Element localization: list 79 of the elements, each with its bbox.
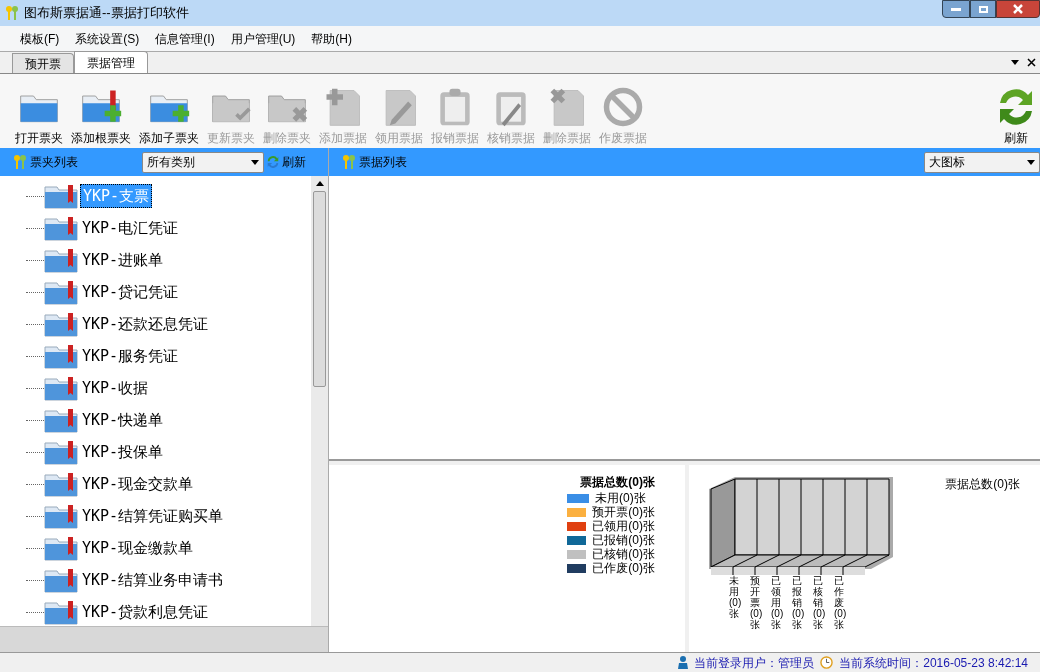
horizontal-scrollbar[interactable] — [0, 626, 328, 652]
folder-item[interactable]: YKP-结算业务申请书 — [80, 568, 226, 592]
menu-item[interactable]: 系统设置(S) — [67, 29, 148, 48]
folder-item[interactable]: YKP-贷款利息凭证 — [80, 600, 211, 624]
legend-label: 已报销(0)张 — [592, 534, 655, 546]
legend-title: 票据总数(0)张 — [580, 474, 655, 491]
legend-label: 已领用(0)张 — [592, 520, 655, 532]
refresh-button[interactable]: 刷新 — [996, 85, 1036, 144]
legend-label: 预开票(0)张 — [592, 506, 655, 518]
category-dropdown[interactable]: 所有类别 — [142, 151, 264, 173]
menu-item[interactable]: 模板(F) — [12, 29, 68, 48]
axis-label: 已报销(0)张 — [792, 575, 802, 630]
scrollbar[interactable] — [311, 176, 328, 626]
axis-label: 已领用(0)张 — [771, 575, 781, 630]
folder-item[interactable]: YKP-结算凭证购买单 — [80, 504, 226, 528]
folder-icon — [44, 567, 78, 593]
folder-icon — [44, 439, 78, 465]
folder-icon — [44, 311, 78, 337]
folder-item[interactable]: YKP-还款还息凭证 — [80, 312, 211, 336]
folder-icon — [44, 215, 78, 241]
folder-icon — [44, 407, 78, 433]
chart-title: 票据总数(0)张 — [945, 476, 1020, 493]
menu-item[interactable]: 帮助(H) — [303, 29, 360, 48]
toolbar-button[interactable]: 添加根票夹 — [68, 85, 134, 144]
folder-icon — [44, 183, 78, 209]
folder-icon — [44, 343, 78, 369]
folder-icon — [44, 599, 78, 625]
folder-item[interactable]: YKP-快递单 — [80, 408, 166, 432]
folder-icon — [44, 535, 78, 561]
folder-item[interactable]: YKP-进账单 — [80, 248, 166, 272]
prohibited-icon — [601, 85, 645, 129]
panel-title: 票据列表 — [359, 154, 407, 171]
folder-item[interactable]: YKP-贷记凭证 — [80, 280, 181, 304]
folder-icon — [44, 503, 78, 529]
caret-icon — [1027, 159, 1035, 165]
folder-icon — [44, 247, 78, 273]
window-title: 图布斯票据通--票据打印软件 — [24, 4, 189, 23]
toolbar-button[interactable]: 添加子票夹 — [136, 85, 202, 144]
maximize-button[interactable] — [970, 0, 996, 18]
panel-title: 票夹列表 — [30, 154, 78, 171]
legend-label: 已作废(0)张 — [592, 562, 655, 574]
refresh-link[interactable]: 刷新 — [282, 153, 306, 171]
legend-label: 已核销(0)张 — [592, 548, 655, 560]
folder-item[interactable]: YKP-现金缴款单 — [80, 536, 196, 560]
legend-label: 未用(0)张 — [595, 492, 646, 504]
folder-icon — [44, 279, 78, 305]
folder-item[interactable]: YKP-现金交款单 — [80, 472, 196, 496]
tab[interactable]: 票据管理 — [74, 51, 148, 73]
close-icon[interactable] — [1027, 58, 1036, 67]
axis-label: 已核销(0)张 — [813, 575, 823, 630]
folder-item[interactable]: YKP-投保单 — [80, 440, 166, 464]
refresh-icon — [266, 155, 280, 169]
clock-icon — [820, 656, 834, 669]
toolbar-button[interactable]: 打开票夹 — [12, 85, 66, 144]
folder-icon — [44, 375, 78, 401]
folder-item[interactable]: YKP-收据 — [80, 376, 151, 400]
scroll-up-arrow-icon[interactable] — [315, 181, 324, 186]
folder-item[interactable]: YKP-服务凭证 — [80, 344, 181, 368]
caret-icon — [1011, 60, 1019, 65]
user-icon — [678, 656, 689, 669]
keys-icon — [12, 154, 28, 170]
axis-label: 预开票(0)张 — [750, 575, 760, 630]
folder-item[interactable]: YKP-电汇凭证 — [80, 216, 181, 240]
folder-icon — [44, 471, 78, 497]
close-button[interactable] — [996, 0, 1040, 18]
menu-item[interactable]: 用户管理(U) — [222, 29, 304, 48]
minimize-button[interactable] — [942, 0, 970, 18]
axis-label: 已作废(0)张 — [834, 575, 844, 630]
axis-label: 未用(0)张 — [729, 575, 739, 621]
tab[interactable]: 预开票 — [12, 53, 74, 73]
close-icon — [1013, 4, 1023, 14]
menu-item[interactable]: 信息管理(I) — [147, 29, 223, 48]
current-time: 当前系统时间：2016-05-23 8:42:14 — [839, 654, 1028, 672]
view-dropdown[interactable]: 大图标 — [924, 151, 1040, 173]
caret-icon — [251, 159, 259, 165]
keys-icon — [341, 154, 357, 170]
scrollbar-thumb[interactable] — [313, 191, 326, 387]
keys-icon — [4, 5, 20, 21]
current-user: 当前登录用户：管理员 — [694, 654, 815, 672]
